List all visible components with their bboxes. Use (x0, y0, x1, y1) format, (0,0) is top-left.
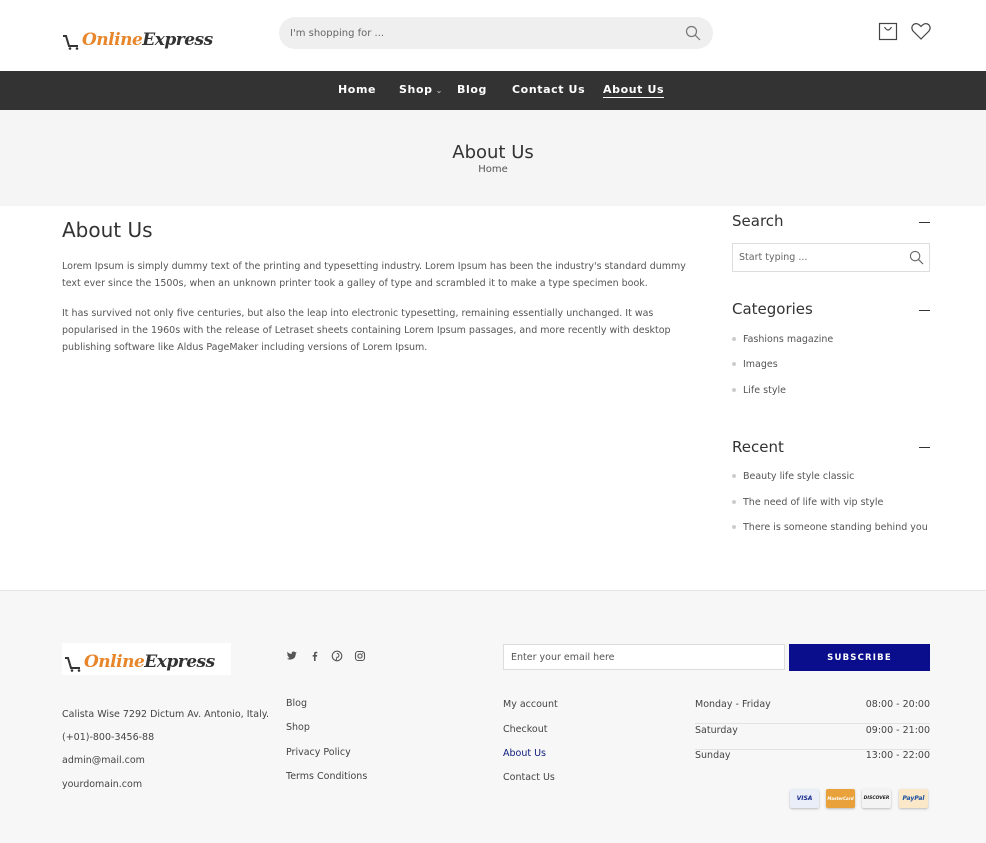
page-title: About Us (452, 142, 534, 163)
footer-link-about-us[interactable]: About Us (503, 748, 546, 759)
footer-phone[interactable]: (+01)-800-3456-88 (62, 732, 154, 743)
cart-logo-icon (63, 35, 79, 50)
recent-post-item[interactable]: There is someone standing behind you (732, 522, 928, 533)
hours-day: Monday - Friday (695, 699, 771, 710)
header-search (279, 17, 713, 49)
nav-shop[interactable]: Shop ⌄ (399, 83, 443, 96)
visa-icon: VISA (790, 789, 819, 808)
discover-icon: DISCOVER (862, 789, 891, 808)
paypal-icon: PayPal (899, 789, 928, 808)
logo-word-online: Online (84, 652, 145, 672)
nav-contact-us[interactable]: Contact Us (512, 83, 585, 96)
logo-word-express: Express (142, 30, 213, 50)
category-item[interactable]: Fashions magazine (732, 334, 833, 345)
sidebar-search-title: Search (732, 212, 784, 230)
sidebar-categories-title: Categories (732, 300, 813, 318)
content-title: About Us (62, 218, 153, 242)
twitter-icon[interactable] (286, 650, 298, 662)
facebook-icon[interactable] (309, 650, 321, 662)
content-paragraph: Lorem Ipsum is simply dummy text of the … (62, 261, 686, 289)
recent-post-item[interactable]: Beauty life style classic (732, 471, 854, 482)
collapse-icon[interactable] (919, 447, 930, 448)
cart-icon[interactable] (877, 20, 899, 42)
category-item[interactable]: Life style (732, 385, 786, 396)
cart-logo-icon (65, 657, 81, 672)
sidebar-search (732, 243, 930, 272)
opening-hours-row: Monday - Friday 08:00 - 20:00 (695, 699, 930, 724)
collapse-icon[interactable] (919, 310, 930, 311)
footer-link-checkout[interactable]: Checkout (503, 724, 547, 735)
content-paragraph: It has survived not only five centuries,… (62, 308, 671, 353)
nav-blog[interactable]: Blog (457, 83, 487, 96)
heart-icon[interactable] (910, 20, 932, 42)
hours-time: 09:00 - 21:00 (865, 725, 930, 736)
footer-address: Calista Wise 7292 Dictum Av. Antonio, It… (62, 709, 269, 720)
nav-home[interactable]: Home (338, 83, 376, 96)
sidebar-search-input[interactable] (733, 244, 903, 271)
nav-about-us[interactable]: About Us (603, 83, 665, 98)
footer-link-terms-conditions[interactable]: Terms Conditions (286, 771, 367, 782)
newsletter-email-input[interactable] (503, 644, 785, 670)
footer-link-my-account[interactable]: My account (503, 699, 558, 710)
site-logo[interactable]: Online Express (62, 18, 213, 50)
footer-link-blog[interactable]: Blog (286, 698, 307, 709)
logo-word-online: Online (82, 30, 143, 50)
instagram-icon[interactable] (354, 650, 366, 662)
subscribe-button[interactable]: SUBSCRIBE (789, 644, 930, 671)
chevron-down-icon: ⌄ (435, 86, 443, 95)
recent-post-item[interactable]: The need of life with vip style (732, 497, 883, 508)
header-search-input[interactable] (279, 17, 659, 49)
footer-link-privacy-policy[interactable]: Privacy Policy (286, 747, 351, 758)
main-nav: Home Shop ⌄ Blog Contact Us About Us (0, 71, 986, 110)
hours-day: Sunday (695, 750, 731, 761)
breadcrumb-home[interactable]: Home (0, 164, 986, 175)
collapse-icon[interactable] (919, 222, 930, 223)
category-item[interactable]: Images (732, 359, 778, 370)
hours-time: 08:00 - 20:00 (865, 699, 930, 710)
footer-email[interactable]: admin@mail.com (62, 755, 145, 766)
opening-hours-row: Sunday 13:00 - 22:00 (695, 750, 930, 775)
sidebar-recent-title: Recent (732, 438, 784, 456)
mastercard-icon: MasterCard (826, 789, 855, 808)
opening-hours-row: Saturday 09:00 - 21:00 (695, 725, 930, 750)
footer-website[interactable]: yourdomain.com (62, 779, 142, 790)
logo-word-express: Express (144, 652, 215, 672)
search-icon[interactable] (909, 250, 924, 265)
hours-time: 13:00 - 22:00 (865, 750, 930, 761)
footer-link-contact-us[interactable]: Contact Us (503, 772, 555, 783)
hours-day: Saturday (695, 725, 738, 736)
search-icon[interactable] (685, 25, 701, 41)
site-header: Online Express (0, 0, 986, 71)
footer-link-shop[interactable]: Shop (286, 722, 310, 733)
footer-logo[interactable]: Online Express (62, 643, 231, 675)
pinterest-icon[interactable] (331, 650, 343, 662)
nav-shop-label: Shop (399, 83, 433, 96)
page-banner: About Us Home (0, 110, 986, 206)
